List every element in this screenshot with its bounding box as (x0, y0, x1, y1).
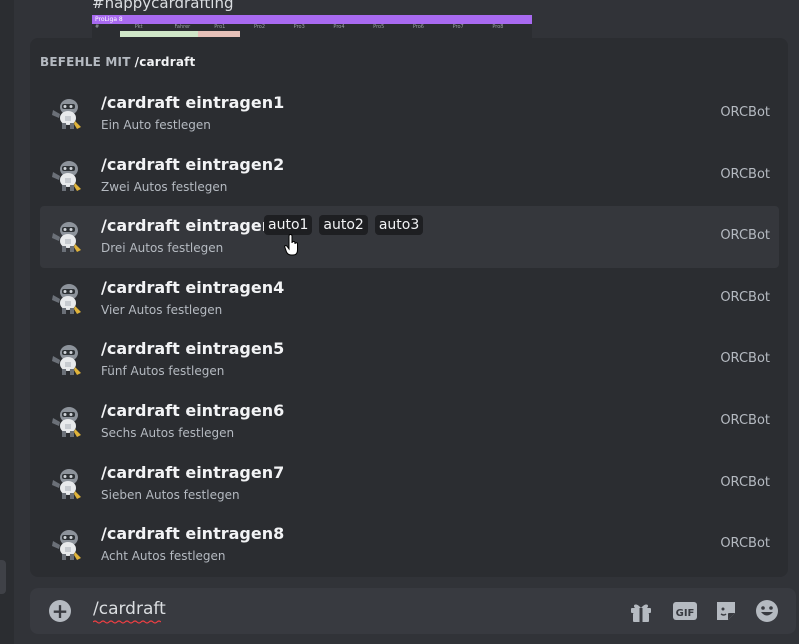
command-description: Fünf Autos festlegen (101, 364, 225, 379)
embed-column-header: Pro6 (412, 24, 424, 30)
command-description: Vier Autos festlegen (101, 302, 223, 317)
embed-column-header: # (95, 24, 100, 30)
embed-column-header: Pro3 (293, 24, 305, 30)
command-description: Acht Autos festlegen (101, 549, 226, 564)
popup-header-prefix: BEFEHLE MIT (40, 55, 131, 69)
bot-avatar-icon (52, 530, 81, 561)
command-bot-name: ORCBot (720, 536, 770, 552)
command-item[interactable]: /cardraft eintragen1 Ein Auto festlegen OR… (40, 83, 779, 145)
hand-cursor-icon (284, 234, 298, 256)
command-item[interactable]: /cardraft eintragen6 Sechs Autos festlege… (40, 391, 779, 453)
message-text: #happycardrafting (92, 0, 234, 12)
command-autocomplete-popup: BEFEHLE MIT/cardraft /cardraft eintragen… (30, 38, 788, 577)
command-name: /cardraft eintragen8 (101, 524, 285, 544)
bot-avatar-icon (52, 222, 81, 253)
bot-avatar-icon (52, 406, 81, 437)
embed-column-header: Pro1 (214, 24, 226, 30)
embed-row (120, 31, 240, 37)
command-item[interactable]: /cardraft eintragen7 Sieben Autos festleg… (40, 453, 779, 515)
command-param-chip: auto2 (319, 215, 368, 236)
popup-header-command: /cardraft (134, 55, 196, 69)
server-rail (0, 0, 14, 644)
bot-avatar-icon (52, 468, 81, 499)
command-bot-name: ORCBot (720, 474, 770, 490)
bot-avatar-icon (52, 160, 81, 191)
message-input-bar: + GIF (30, 588, 796, 634)
command-item[interactable]: /cardraft eintragen5 Fünf Autos festlegen… (40, 329, 779, 391)
gift-icon[interactable] (628, 598, 654, 624)
embed-column-header: Pkt (134, 24, 143, 30)
command-list: /cardraft eintragen1 Ein Auto festlegen OR… (40, 83, 779, 576)
command-bot-name: ORCBot (720, 351, 770, 367)
command-name: /cardraft eintragen2 (101, 154, 285, 174)
embed-column-header: Pro8 (492, 24, 504, 30)
command-params: auto1 auto2 auto3 (264, 215, 424, 236)
command-bot-name: ORCBot (720, 412, 770, 428)
upload-plus-button[interactable]: + (49, 600, 71, 622)
command-bot-name: ORCBot (720, 289, 770, 305)
rail-pill (0, 560, 6, 594)
bot-avatar-icon (52, 345, 81, 376)
command-description: Sieben Autos festlegen (101, 487, 240, 502)
command-description: Ein Auto festlegen (101, 118, 211, 132)
gif-label: GIF (676, 608, 695, 619)
sticker-icon[interactable] (713, 598, 739, 624)
embed-column-header: Pro7 (452, 24, 464, 30)
embed-column-header: Pro2 (253, 24, 266, 30)
bot-avatar-icon (52, 283, 81, 314)
command-bot-name: ORCBot (720, 166, 770, 182)
command-description: Drei Autos festlegen (101, 241, 224, 256)
embed-column-header: Fahrer (174, 24, 191, 30)
spellcheck-underline (93, 620, 161, 624)
command-name: /cardraft eintragen7 (101, 462, 285, 482)
popup-header: BEFEHLE MIT/cardraft (40, 55, 195, 69)
command-item[interactable]: /cardraft eintragen3 Drei Autos festlegen… (40, 206, 779, 268)
bot-avatar-icon (52, 99, 81, 129)
command-item[interactable]: /cardraft eintragen4 Vier Autos festlegen… (40, 268, 779, 330)
command-description: Sechs Autos festlegen (101, 425, 235, 440)
command-bot-name: ORCBot (720, 228, 770, 244)
embed-column-header: Pro4 (333, 24, 345, 30)
message-input[interactable] (93, 599, 573, 619)
command-bot-name: ORCBot (720, 105, 770, 120)
message-embed: ProLiga 8 # Pkt Fahrer Pro1 Pro2 Pro3 Pro4 Pro5… (92, 15, 532, 39)
gif-button[interactable]: GIF (672, 598, 698, 624)
embed-column-header: Pro5 (373, 24, 385, 30)
command-item[interactable]: /cardraft eintragen2 Zwei Autos festlegen… (40, 145, 779, 207)
command-name: /cardraft eintragen6 (101, 400, 285, 420)
command-param-chip: auto1 (264, 215, 313, 236)
command-description: Zwei Autos festlegen (101, 179, 228, 194)
command-name: /cardraft eintragen4 (101, 277, 285, 297)
embed-title: ProLiga 8 (92, 15, 532, 24)
command-name: /cardraft eintragen3 (101, 216, 285, 236)
embed-columns: # Pkt Fahrer Pro1 Pro2 Pro3 Pro4 Pro5 Pro6 Pro7 Pr… (92, 24, 532, 31)
command-name: /cardraft eintragen1 (101, 93, 285, 112)
emoji-icon[interactable] (754, 598, 780, 624)
command-name: /cardraft eintragen5 (101, 339, 285, 359)
command-param-chip: auto3 (374, 215, 424, 236)
command-item[interactable]: /cardraft eintragen8 Acht Autos festlegen… (40, 514, 779, 576)
